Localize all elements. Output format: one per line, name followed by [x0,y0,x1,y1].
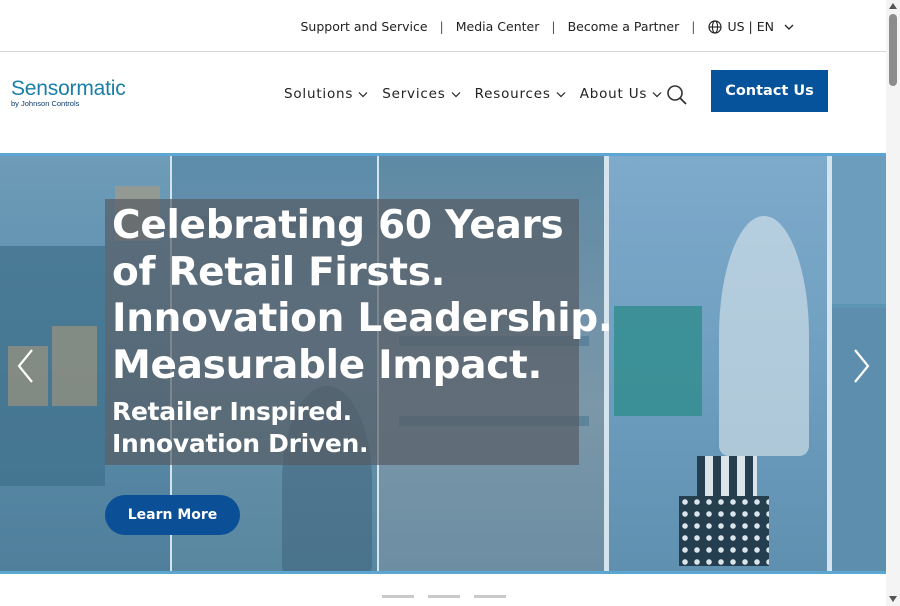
nav-services[interactable]: Services [382,86,460,102]
nav-about-us[interactable]: About Us [580,86,663,102]
main-nav: Solutions Services Resources About Us [284,86,676,102]
subheading-line: Innovation Driven. [112,428,369,458]
nav-label: Solutions [284,86,354,102]
media-center-link[interactable]: Media Center [456,19,540,34]
gift-box-shape [697,456,757,496]
scroll-down-arrow-icon[interactable] [889,596,897,602]
carousel-next-button[interactable] [849,346,873,386]
scroll-up-arrow-icon[interactable] [889,3,897,9]
nav-label: Services [382,86,446,102]
chevron-down-icon [556,91,566,97]
shopping-bag-shape [614,306,702,416]
hero-image-payment [832,156,887,304]
chevron-right-icon [854,349,870,383]
carousel-dot[interactable] [428,595,460,598]
learn-more-button[interactable]: Learn More [105,495,240,535]
headline-line: Measurable Impact. [112,342,542,388]
chevron-down-icon [358,91,368,97]
language-label: US | EN [727,19,775,34]
search-icon [667,85,687,105]
carousel-dot[interactable] [474,595,506,598]
chevron-down-icon [784,24,794,30]
gift-box-shape [679,496,769,566]
carousel-dot[interactable] [382,595,414,598]
hero-subheading: Retailer Inspired. Innovation Driven. [112,396,369,459]
language-selector[interactable]: US | EN [707,19,795,34]
utility-bar: Support and Service | Media Center | Bec… [0,0,886,52]
support-link[interactable]: Support and Service [300,19,427,34]
carousel-prev-button[interactable] [14,346,38,386]
utility-links: Support and Service | Media Center | Bec… [300,19,794,34]
scroll-thumb[interactable] [889,14,897,86]
nav-label: Resources [474,86,551,102]
logo[interactable]: Sensormatic by Johnson Controls [11,78,126,108]
carousel-indicators [382,595,506,598]
become-partner-link[interactable]: Become a Partner [568,19,680,34]
separator: | [551,19,556,34]
chevron-left-icon [17,349,33,383]
logo-wordmark: Sensormatic [11,77,126,100]
hero-image-shopper [609,156,827,571]
search-button[interactable] [666,84,688,106]
main-header: Sensormatic by Johnson Controls Solution… [0,53,886,155]
separator: | [691,19,696,34]
nav-resources[interactable]: Resources [475,86,566,102]
headline-line: Celebrating 60 Years [112,203,564,248]
globe-icon [707,19,722,34]
contact-us-button[interactable]: Contact Us [711,70,828,112]
nav-label: About Us [579,86,648,102]
chevron-down-icon [451,91,460,97]
subheading-line: Retailer Inspired. [112,397,352,426]
crate-shape [52,326,97,406]
headline-line: Innovation Leadership. [112,296,613,341]
nav-solutions[interactable]: Solutions [284,86,368,102]
logo-subtitle: by Johnson Controls [11,99,80,108]
hero-carousel: Celebrating 60 Years of Retail Firsts. I… [0,153,887,574]
vertical-scrollbar[interactable] [886,0,900,606]
hero-headline: Celebrating 60 Years of Retail Firsts. I… [112,203,613,389]
separator: | [439,19,444,34]
shopper-shape [719,216,809,456]
chevron-down-icon [652,91,662,97]
headline-line: of Retail Firsts. [112,249,446,295]
